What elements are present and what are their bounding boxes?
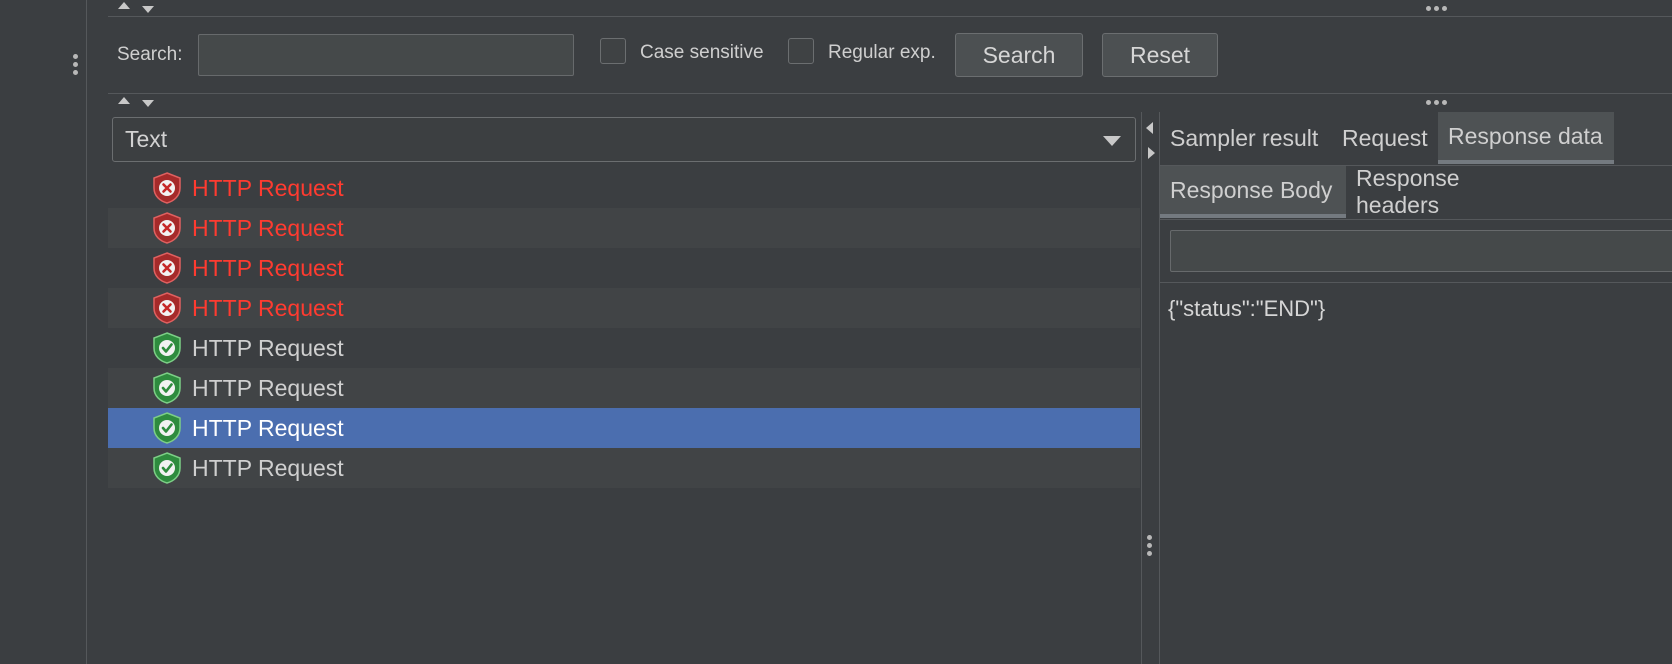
chevron-down-icon [1103,136,1121,146]
collapse-left-icon[interactable] [1146,122,1153,134]
success-shield-icon [153,332,181,364]
response-body-text: {"status":"END"} [1168,296,1326,321]
result-label: HTTP Request [192,374,344,401]
tab-response-headers[interactable]: Response headers [1346,165,1556,218]
success-shield-icon [153,452,181,484]
collapse-right-icon[interactable] [1148,147,1155,159]
error-shield-icon [153,172,181,204]
tab-request[interactable]: Request [1332,112,1440,164]
divider [108,16,1672,17]
result-row-selected[interactable]: HTTP Request [108,408,1140,448]
error-shield-icon [153,252,181,284]
result-row[interactable]: HTTP Request [108,368,1140,408]
collapse-up-icon[interactable] [118,2,130,9]
case-sensitive-checkbox[interactable] [600,38,626,64]
result-label: HTTP Request [192,294,344,321]
search-input[interactable] [198,34,574,76]
error-shield-icon [153,292,181,324]
regex-label: Regular exp. [828,42,936,63]
result-label: HTTP Request [192,174,344,201]
search-label: Search: [117,44,183,65]
tab-response-data[interactable]: Response data [1438,112,1614,164]
success-shield-icon [153,412,181,444]
renderer-select[interactable]: Text [112,117,1136,162]
search-button[interactable]: Search [955,33,1083,77]
renderer-selected-value: Text [125,126,168,152]
result-label: HTTP Request [192,254,344,281]
result-row[interactable]: HTTP Request [108,168,1140,208]
subtabs-divider [1160,219,1672,220]
regex-checkbox[interactable] [788,38,814,64]
tab-sampler-result[interactable]: Sampler result [1160,112,1334,164]
divider [108,93,1672,94]
success-shield-icon [153,372,181,404]
result-row[interactable]: HTTP Request [108,288,1140,328]
collapse-down-icon[interactable] [142,100,154,107]
splitter-grip-icon [73,54,78,75]
result-row[interactable]: HTTP Request [108,328,1140,368]
result-label: HTTP Request [192,414,344,441]
result-row[interactable]: HTTP Request [108,248,1140,288]
tab-response-body[interactable]: Response Body [1160,166,1346,218]
collapse-up-icon[interactable] [118,97,130,104]
error-shield-icon [153,212,181,244]
reset-button[interactable]: Reset [1102,33,1218,77]
divider [1160,282,1672,283]
result-label: HTTP Request [192,214,344,241]
splitter-grip-icon[interactable] [1147,535,1152,556]
vertical-divider [1141,112,1142,664]
response-search-input[interactable] [1170,230,1672,272]
left-splitter[interactable] [68,0,87,664]
result-label: HTTP Request [192,454,344,481]
splitter-grip-icon[interactable] [1426,100,1447,105]
collapse-down-icon[interactable] [142,6,154,13]
splitter-grip-icon[interactable] [1426,6,1447,11]
case-sensitive-label: Case sensitive [640,42,764,63]
result-row[interactable]: HTTP Request [108,208,1140,248]
left-gutter [0,0,69,664]
result-label: HTTP Request [192,334,344,361]
result-row[interactable]: HTTP Request [108,448,1140,488]
